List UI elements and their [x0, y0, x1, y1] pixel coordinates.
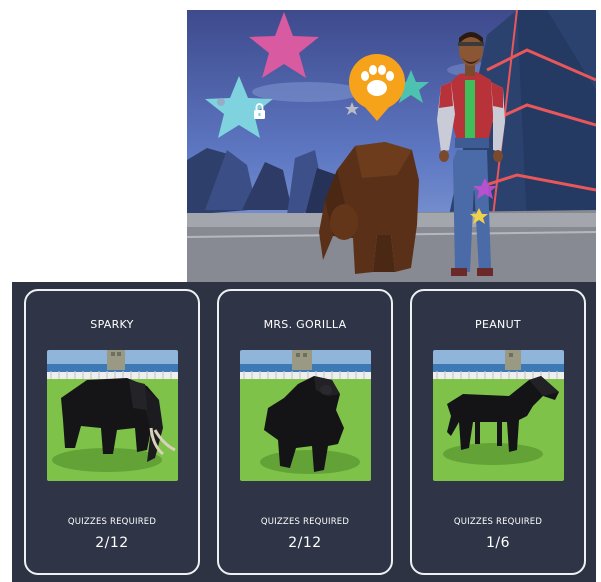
animal-thumbnail-gorilla: [240, 350, 371, 481]
quizzes-required-label: QUIZZES REQUIRED: [67, 517, 157, 527]
quizzes-required-value: 1/6: [485, 535, 511, 551]
game-scene: [187, 10, 596, 282]
animal-name: MRS. GORILLA: [263, 318, 347, 331]
scene-render: [187, 10, 596, 282]
animal-card-mrs-gorilla[interactable]: MRS. GORILLA QUIZZES REQUIRED 2/12: [217, 289, 393, 575]
animal-selection-panel: SPARKY QUIZZES REQUIRED 2/12 MRS. GORILL…: [12, 282, 596, 582]
quizzes-required-value: 2/12: [288, 535, 322, 551]
animal-name: SPARKY: [90, 318, 134, 331]
animal-thumbnail-horse: [433, 350, 564, 481]
animal-card-peanut[interactable]: PEANUT QUIZZES REQUIRED 1/6: [410, 289, 586, 575]
quizzes-required-label: QUIZZES REQUIRED: [260, 517, 350, 527]
animal-thumbnail-elephant: [47, 350, 178, 481]
animal-name: PEANUT: [475, 318, 521, 331]
quizzes-required-value: 2/12: [95, 535, 129, 551]
animal-card-sparky[interactable]: SPARKY QUIZZES REQUIRED 2/12: [24, 289, 200, 575]
quizzes-required-label: QUIZZES REQUIRED: [453, 517, 543, 527]
